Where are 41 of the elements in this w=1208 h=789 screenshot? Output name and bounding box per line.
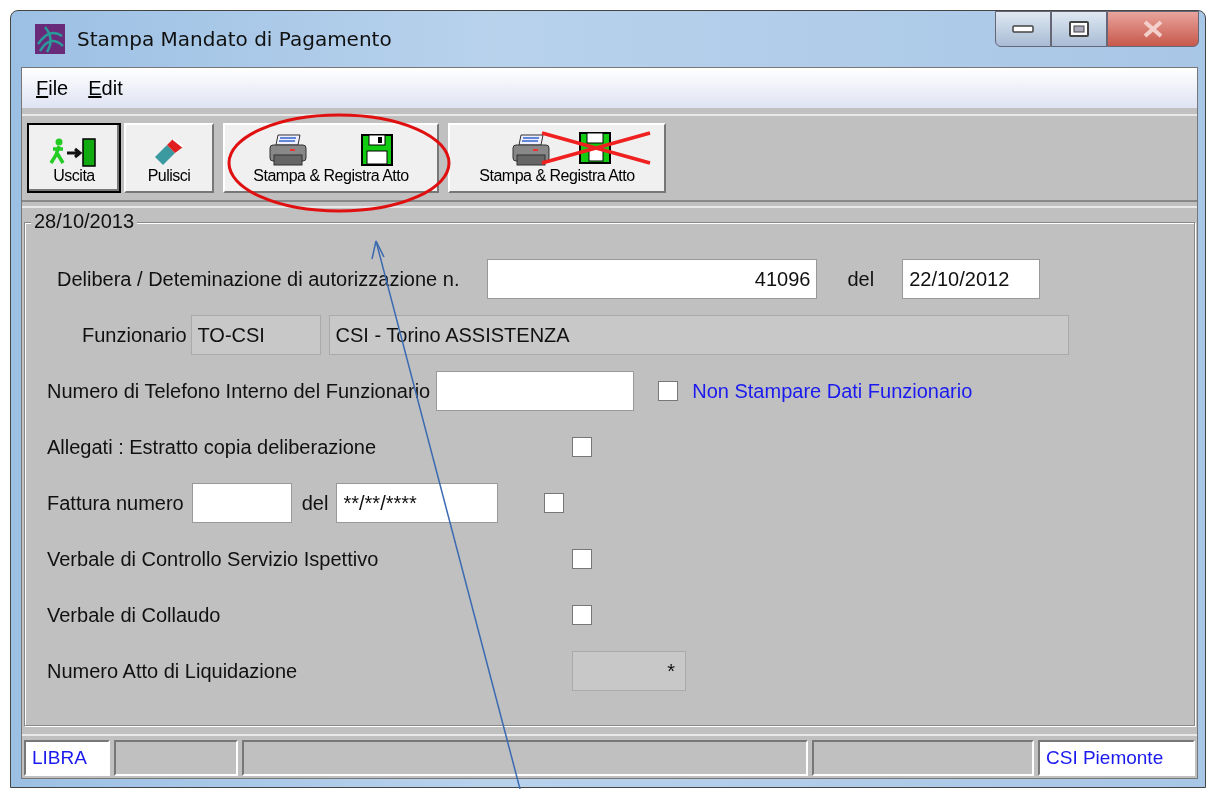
code-field: TO-CSI — [190, 315, 321, 355]
field-label: Allegati : Estratto copia deliberazione — [47, 435, 378, 459]
phone-field[interactable] — [436, 371, 635, 411]
date-field[interactable]: 22/10/2012 — [902, 259, 1041, 299]
field-label: Verbale di Controllo Servizio Ispettivo — [47, 547, 380, 571]
field-label: Verbale di Collaudo — [47, 603, 222, 627]
window-title: Stampa Mandato di Pagamento — [77, 27, 392, 51]
checkbox[interactable] — [544, 493, 565, 513]
menu-item[interactable]: File — [36, 76, 69, 100]
field-label: del — [301, 491, 329, 515]
field-label: Funzionario — [82, 323, 187, 347]
checkbox-label[interactable]: Non Stampare Dati Funzionario — [692, 379, 973, 403]
maximize-button[interactable] — [1051, 11, 1107, 47]
close-button[interactable] — [1107, 11, 1199, 47]
minimize-button[interactable] — [995, 11, 1051, 47]
maximize-icon — [1068, 20, 1090, 38]
toolbar-button[interactable]: Stampa & Registra Atto — [448, 123, 666, 193]
date-field[interactable]: **/**/**** — [336, 483, 499, 523]
invoice-number-field[interactable] — [191, 483, 292, 523]
field-label: Numero Atto di Liquidazione — [47, 659, 299, 683]
app-icon — [35, 24, 65, 54]
toolbar-button[interactable]: Uscita — [27, 123, 121, 193]
printer-icon — [268, 133, 308, 167]
close-icon — [1141, 19, 1165, 39]
printer-icon — [511, 133, 551, 167]
field-label: Fattura numero — [47, 491, 184, 515]
checkbox[interactable] — [658, 381, 679, 401]
menu-item[interactable]: Edit — [88, 76, 123, 100]
checkbox[interactable] — [572, 437, 592, 457]
minimize-icon — [1012, 24, 1034, 34]
exit-icon — [49, 137, 99, 167]
number-field[interactable]: 41096 — [487, 259, 818, 299]
status-panel: LIBRA — [24, 740, 110, 776]
checkbox[interactable] — [572, 549, 592, 569]
toolbar-button[interactable]: Stampa & Registra Atto — [223, 123, 439, 193]
readonly-field: * — [572, 651, 686, 691]
checkbox[interactable] — [572, 605, 592, 625]
field-label: del — [847, 267, 875, 291]
status-panel: CSI Piemonte — [1038, 740, 1195, 776]
crossed-out-floppy-disk-icon — [540, 129, 652, 167]
toolbar-button[interactable]: Pulisci — [124, 123, 214, 193]
